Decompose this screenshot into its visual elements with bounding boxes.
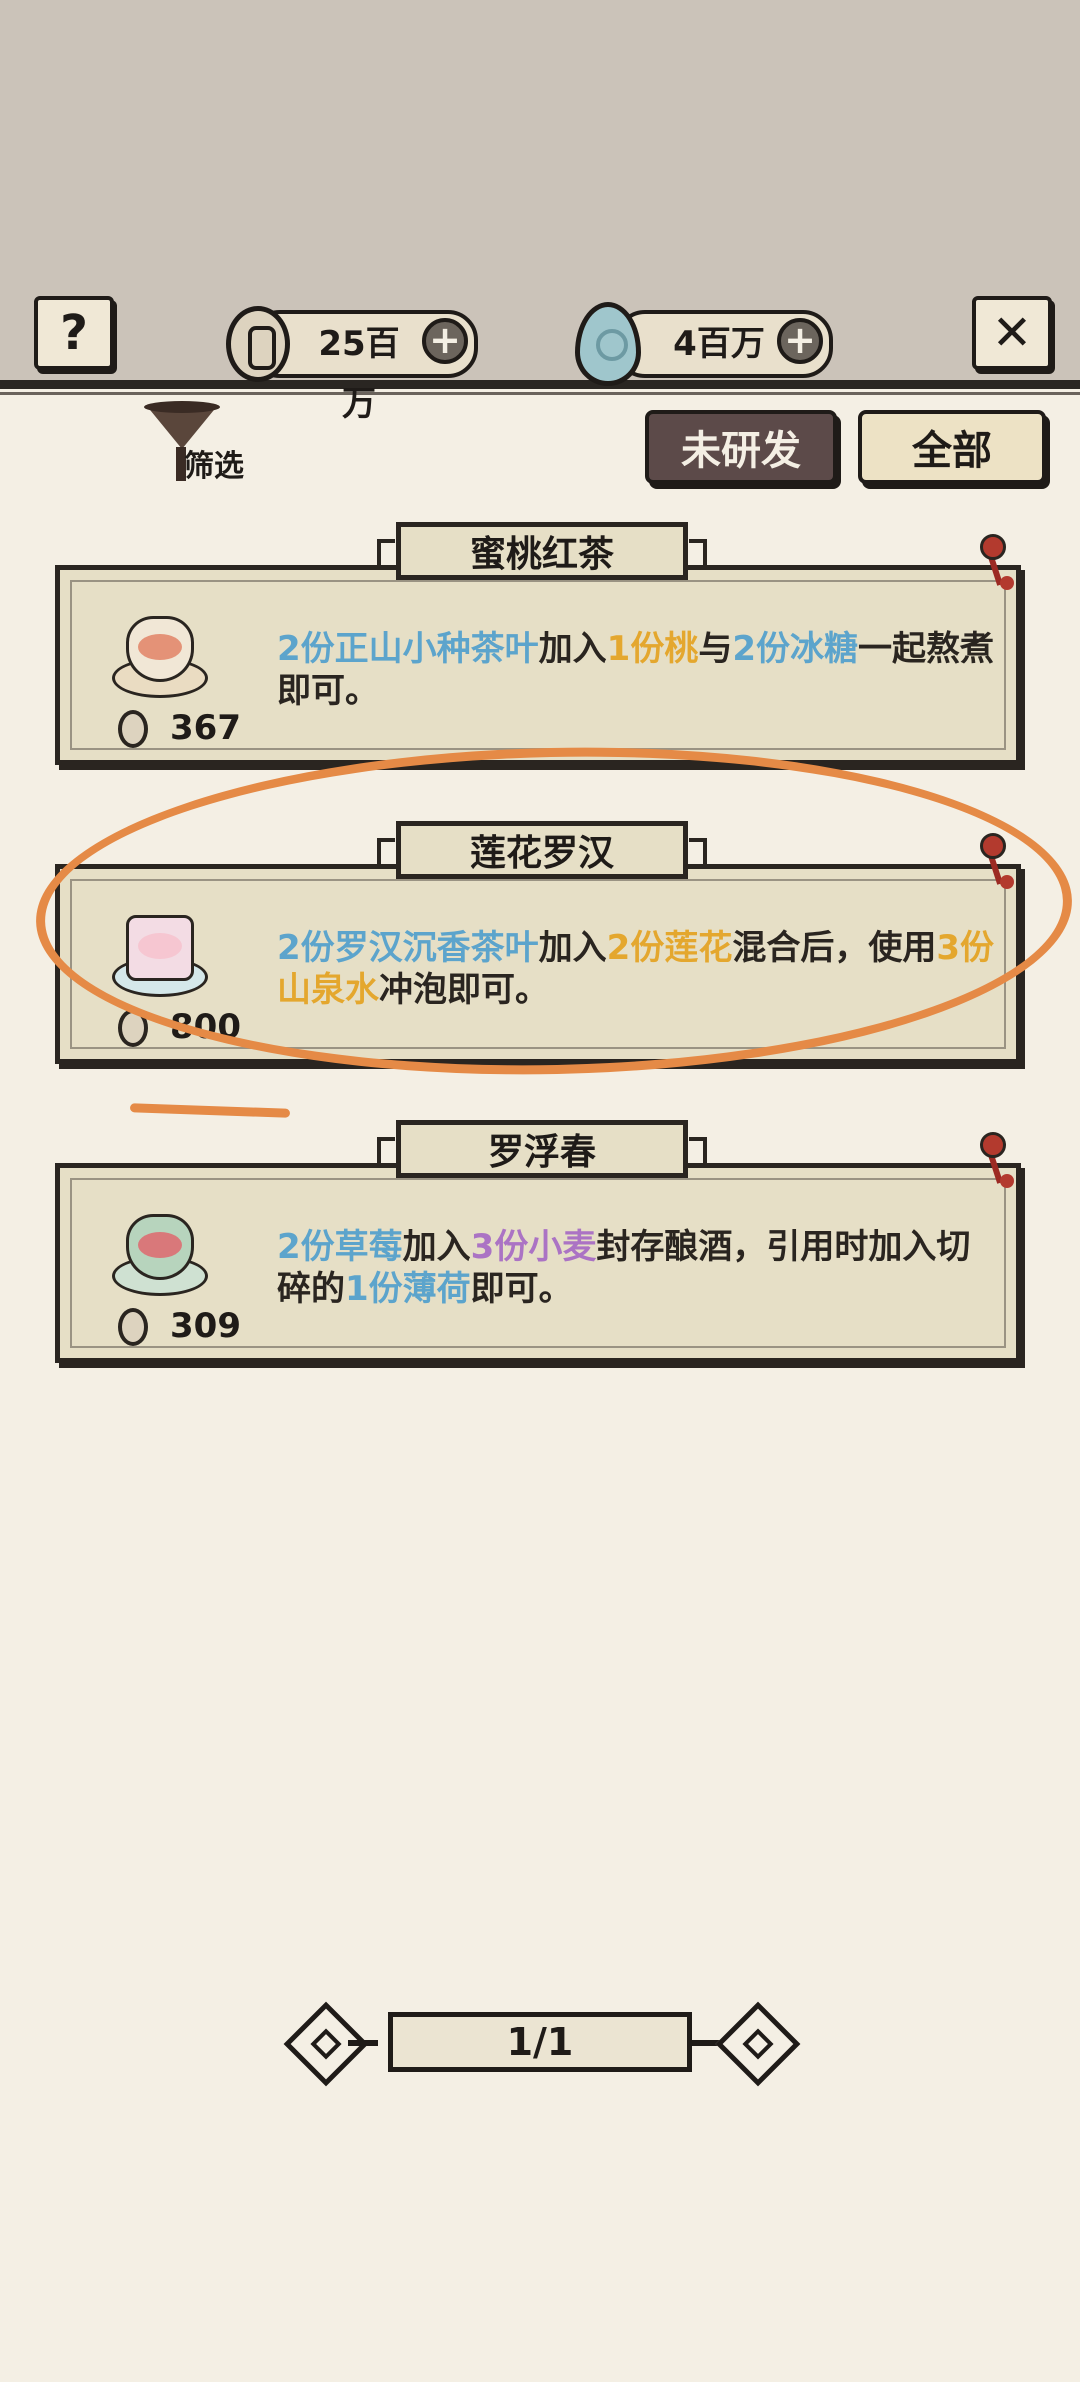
ingredient: 2份冰糖: [732, 629, 859, 669]
flag-icon: [976, 534, 1016, 598]
filter-label: 筛选: [184, 449, 244, 484]
recipe-description: 2份草莓加入3份小麦封存酿酒，引用时加入切碎的1份薄荷即可。: [277, 1226, 997, 1310]
jade-amount: 4百万: [673, 324, 765, 364]
desc-text: 混合后，使用: [732, 928, 937, 968]
copper-coin-icon: [226, 306, 290, 382]
ingredient: 2份草莓: [277, 1227, 403, 1267]
ingredient: 2份正山小种茶叶: [277, 629, 539, 669]
ingredient: 2份莲花: [606, 928, 733, 968]
teacup-icon: [112, 610, 208, 700]
top-divider-thin: [0, 392, 1080, 395]
pager-ornament: [348, 2040, 378, 2046]
add-coin-button[interactable]: +: [422, 318, 468, 364]
jade-balance: 4百万 +: [575, 302, 833, 386]
recipe-title: 蜜桃红茶: [377, 522, 707, 580]
teacup-icon: [112, 1208, 208, 1298]
copper-coin-amount: 25百万: [318, 324, 400, 424]
recipe-title: 罗浮春: [377, 1120, 707, 1178]
add-jade-button[interactable]: +: [777, 318, 823, 364]
copper-coin-icon: [118, 1009, 148, 1047]
teacup-icon: [112, 909, 208, 999]
flag-icon: [976, 833, 1016, 897]
desc-text: 与: [698, 629, 733, 669]
flag-icon: [976, 1132, 1016, 1196]
page-indicator: 1/1: [388, 2012, 692, 2072]
desc-text: 加入: [538, 928, 607, 968]
top-banner: [0, 0, 1080, 385]
price-value: 367: [170, 708, 241, 748]
price-value: 309: [170, 1306, 241, 1346]
desc-text: 加入: [538, 629, 607, 669]
recipe-card[interactable]: 蜜桃红茶 367 2份正山小种茶叶加入1份桃与2份冰糖一起熬煮即可。: [55, 522, 1021, 765]
pagination: 1/1: [278, 2001, 802, 2087]
help-button[interactable]: ?: [34, 296, 114, 370]
desc-text: 加入: [402, 1227, 471, 1267]
copper-coin-balance: 25百万 +: [226, 306, 478, 424]
close-icon: ✕: [991, 305, 1033, 361]
ingredient: 1份薄荷: [345, 1269, 471, 1309]
desc-text: 即可。: [470, 1269, 573, 1309]
recipe-description: 2份正山小种茶叶加入1份桃与2份冰糖一起熬煮即可。: [277, 628, 997, 712]
jade-icon: [575, 302, 641, 386]
top-divider: [0, 380, 1080, 389]
tab-undeveloped[interactable]: 未研发: [645, 410, 837, 484]
funnel-rim: [144, 401, 220, 413]
price-value: 800: [170, 1007, 241, 1047]
recipe-title: 莲花罗汉: [377, 821, 707, 879]
tab-all[interactable]: 全部: [858, 410, 1046, 484]
copper-coin-icon: [118, 1308, 148, 1346]
recipe-card[interactable]: 莲花罗汉 800 2份罗汉沉香茶叶加入2份莲花混合后，使用3份山泉水冲泡即可。: [55, 821, 1021, 1064]
recipe-description: 2份罗汉沉香茶叶加入2份莲花混合后，使用3份山泉水冲泡即可。: [277, 927, 997, 1011]
next-page-icon[interactable]: [715, 2001, 801, 2087]
ingredient: 1份桃: [606, 629, 699, 669]
close-button[interactable]: ✕: [972, 296, 1052, 370]
ingredient: 3份小麦: [470, 1227, 597, 1267]
desc-text: 冲泡即可。: [379, 970, 549, 1010]
filter-button[interactable]: 筛选: [140, 401, 260, 485]
highlight-annotation-tail: [129, 1103, 291, 1118]
copper-coin-icon: [118, 710, 148, 748]
recipe-card[interactable]: 罗浮春 309 2份草莓加入3份小麦封存酿酒，引用时加入切碎的1份薄荷即可。: [55, 1120, 1021, 1363]
ingredient: 2份罗汉沉香茶叶: [277, 928, 539, 968]
question-icon: ?: [60, 305, 88, 361]
